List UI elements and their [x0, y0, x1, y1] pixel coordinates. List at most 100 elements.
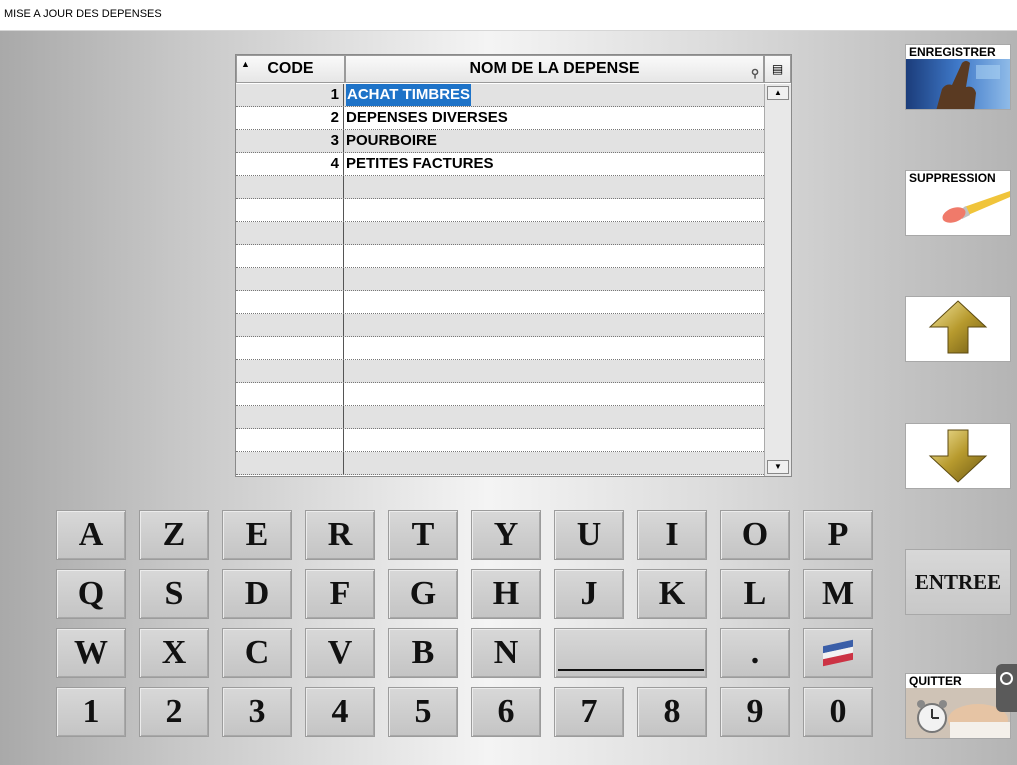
table-row[interactable] — [236, 452, 764, 475]
table-row[interactable] — [236, 291, 764, 314]
code-cell[interactable]: 3 — [236, 130, 344, 152]
table-row[interactable] — [236, 222, 764, 245]
code-cell[interactable]: 1 — [236, 84, 344, 106]
key-h[interactable]: H — [471, 569, 541, 619]
table-row[interactable] — [236, 429, 764, 452]
key-n[interactable]: N — [471, 628, 541, 678]
key-5[interactable]: 5 — [388, 687, 458, 737]
key-s[interactable]: S — [139, 569, 209, 619]
key-k[interactable]: K — [637, 569, 707, 619]
code-cell[interactable] — [236, 176, 344, 198]
column-menu-button[interactable]: ▤ — [764, 55, 791, 83]
key-v[interactable]: V — [305, 628, 375, 678]
key-b[interactable]: B — [388, 628, 458, 678]
key-f[interactable]: F — [305, 569, 375, 619]
column-header-code[interactable]: ▲ CODE — [236, 55, 345, 83]
vertical-scrollbar[interactable]: ▲ ▼ — [764, 84, 791, 476]
sort-ascending-icon[interactable]: ▲ — [241, 59, 250, 69]
language-key[interactable] — [803, 628, 873, 678]
code-cell[interactable]: 2 — [236, 107, 344, 129]
key-y[interactable]: Y — [471, 510, 541, 560]
key-dot[interactable]: . — [720, 628, 790, 678]
code-cell[interactable] — [236, 452, 344, 474]
move-down-button[interactable] — [905, 423, 1011, 489]
key-l[interactable]: L — [720, 569, 790, 619]
code-cell[interactable] — [236, 337, 344, 359]
table-row[interactable]: 3 POURBOIRE — [236, 130, 764, 153]
key-w[interactable]: W — [56, 628, 126, 678]
key-0[interactable]: 0 — [803, 687, 873, 737]
key-9[interactable]: 9 — [720, 687, 790, 737]
key-e[interactable]: E — [222, 510, 292, 560]
key-g[interactable]: G — [388, 569, 458, 619]
key-r[interactable]: R — [305, 510, 375, 560]
key-7[interactable]: 7 — [554, 687, 624, 737]
key-3[interactable]: 3 — [222, 687, 292, 737]
name-cell[interactable]: PETITES FACTURES — [346, 153, 494, 175]
expenses-grid[interactable]: ▲ CODE NOM DE LA DEPENSE ⚲ ▤ 1 ACHAT TIMB… — [235, 54, 792, 477]
table-row[interactable] — [236, 176, 764, 199]
table-row[interactable] — [236, 383, 764, 406]
key-label: K — [658, 575, 686, 612]
key-x[interactable]: X — [139, 628, 209, 678]
table-row[interactable] — [236, 360, 764, 383]
code-cell[interactable] — [236, 429, 344, 451]
entree-button[interactable]: ENTREE — [905, 549, 1011, 615]
key-i[interactable]: I — [637, 510, 707, 560]
key-label: 7 — [580, 693, 598, 730]
code-cell[interactable] — [236, 245, 344, 267]
scroll-up-button[interactable]: ▲ — [767, 86, 789, 100]
key-4[interactable]: 4 — [305, 687, 375, 737]
key-t[interactable]: T — [388, 510, 458, 560]
code-cell[interactable] — [236, 222, 344, 244]
key-label: U — [576, 516, 602, 553]
name-cell[interactable]: ACHAT TIMBRES — [346, 84, 472, 106]
code-cell[interactable] — [236, 199, 344, 221]
code-cell[interactable] — [236, 268, 344, 290]
side-tab-toggle[interactable] — [996, 664, 1017, 712]
key-p[interactable]: P — [803, 510, 873, 560]
code-cell[interactable] — [236, 406, 344, 428]
key-j[interactable]: J — [554, 569, 624, 619]
table-row[interactable] — [236, 245, 764, 268]
table-row[interactable]: 4 PETITES FACTURES — [236, 153, 764, 176]
code-cell[interactable]: 4 — [236, 153, 344, 175]
table-row[interactable] — [236, 314, 764, 337]
move-up-button[interactable] — [905, 296, 1011, 362]
code-cell[interactable] — [236, 291, 344, 313]
code-cell[interactable] — [236, 383, 344, 405]
key-8[interactable]: 8 — [637, 687, 707, 737]
key-a[interactable]: A — [56, 510, 126, 560]
key-6[interactable]: 6 — [471, 687, 541, 737]
title-bar: MISE A JOUR DES DEPENSES — [0, 0, 1017, 31]
table-row[interactable]: 1 ACHAT TIMBRES — [236, 84, 764, 107]
column-menu-icon: ▤ — [771, 62, 784, 76]
key-m[interactable]: M — [803, 569, 873, 619]
code-cell[interactable] — [236, 360, 344, 382]
suppression-button[interactable]: SUPPRESSION — [905, 170, 1011, 236]
code-cell[interactable] — [236, 314, 344, 336]
key-2[interactable]: 2 — [139, 687, 209, 737]
key-label: B — [411, 634, 435, 671]
key-space[interactable] — [554, 628, 707, 678]
key-q[interactable]: Q — [56, 569, 126, 619]
key-label: R — [327, 516, 353, 553]
table-row[interactable]: 2 DEPENSES DIVERSES — [236, 107, 764, 130]
table-row[interactable] — [236, 268, 764, 291]
key-c[interactable]: C — [222, 628, 292, 678]
search-icon[interactable]: ⚲ — [751, 67, 759, 80]
scroll-down-button[interactable]: ▼ — [767, 460, 789, 474]
table-row[interactable] — [236, 337, 764, 360]
name-cell[interactable]: DEPENSES DIVERSES — [346, 107, 508, 129]
column-header-name[interactable]: NOM DE LA DEPENSE ⚲ — [345, 55, 764, 83]
key-1[interactable]: 1 — [56, 687, 126, 737]
key-u[interactable]: U — [554, 510, 624, 560]
key-label: 3 — [248, 693, 266, 730]
key-z[interactable]: Z — [139, 510, 209, 560]
key-o[interactable]: O — [720, 510, 790, 560]
table-row[interactable] — [236, 406, 764, 429]
key-d[interactable]: D — [222, 569, 292, 619]
name-cell[interactable]: POURBOIRE — [346, 130, 437, 152]
table-row[interactable] — [236, 199, 764, 222]
enregistrer-button[interactable]: ENREGISTRER — [905, 44, 1011, 110]
